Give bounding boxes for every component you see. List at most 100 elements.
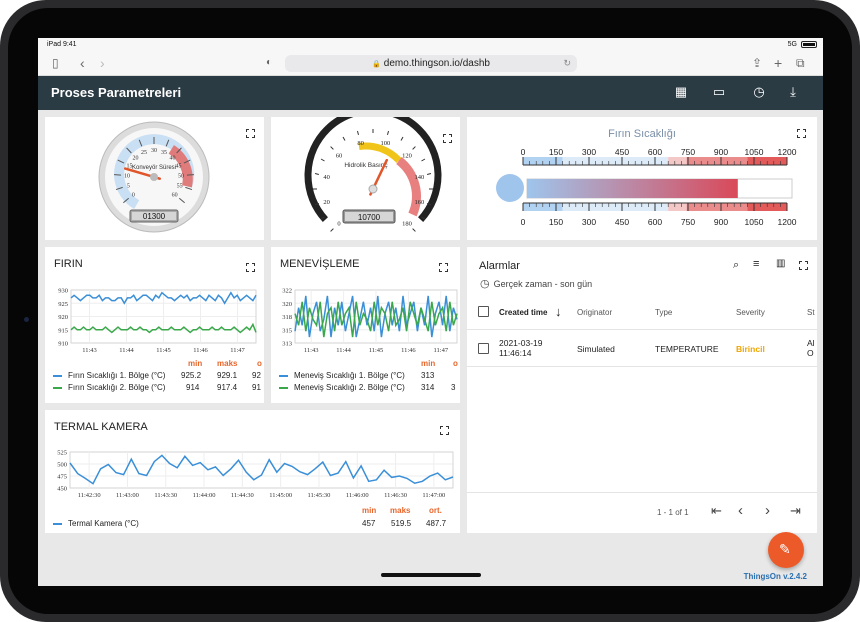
fullscreen-icon[interactable] bbox=[797, 129, 806, 138]
termal-title: TERMAL KAMERA bbox=[54, 421, 148, 433]
browser-toolbar: ▯ ‹ › ◐ 🔒 demo.thingson.io/dashb ↻ ⇪ + ⧉ bbox=[38, 52, 823, 76]
menevis-card: MENEVİŞLEME 322 320 318 315 313 11:43 11:44 11:… bbox=[271, 247, 460, 403]
shield-icon[interactable]: ◐ bbox=[266, 56, 272, 70]
legend-item[interactable]: Meneviş Sıcaklığı 1. Bölge (°C) bbox=[279, 370, 405, 381]
y-tick-label: 313 bbox=[282, 341, 292, 348]
clock-icon[interactable]: ◷ bbox=[750, 83, 768, 101]
thermometer-tick-label: 150 bbox=[549, 217, 563, 227]
gauge-hydraulic-card: 0 20 40 60 80 100 120 140 160 180 Hidrolik Basınç… bbox=[271, 106, 460, 240]
y-tick-label: 925 bbox=[58, 301, 68, 308]
gauge-tick-label: 0 bbox=[132, 192, 135, 198]
thermometer-tick-label: 900 bbox=[714, 147, 728, 157]
termal-chart: 525 500 475 450 11:42:30 11:43:00 11:43:30 11:4… bbox=[57, 450, 454, 499]
y-tick-label: 475 bbox=[57, 474, 67, 481]
previous-page-icon[interactable]: ‹ bbox=[738, 502, 743, 519]
column-created-time[interactable]: Created time bbox=[499, 308, 547, 317]
thermometer-level bbox=[527, 179, 738, 198]
alarm-time: 11:46:14 bbox=[499, 348, 532, 358]
last-page-icon[interactable]: ⇥ bbox=[790, 503, 801, 519]
gauge-tick-label: 160 bbox=[414, 199, 424, 206]
gauge-tick-label: 180 bbox=[402, 220, 412, 227]
x-tick-label: 11:44 bbox=[336, 347, 351, 354]
x-tick-label: 11:45:30 bbox=[308, 492, 331, 499]
column-originator[interactable]: Originator bbox=[577, 308, 612, 317]
search-icon[interactable]: ⌕ bbox=[733, 259, 739, 272]
timewindow[interactable]: ◷ Gerçek zaman - son gün bbox=[480, 277, 592, 290]
legend-header-avg: o bbox=[453, 359, 458, 368]
column-severity[interactable]: Severity bbox=[736, 308, 765, 317]
app-version: ThingsOn v.2.4.2 bbox=[743, 572, 807, 581]
thermometer-tick-label: 750 bbox=[681, 217, 695, 227]
reload-icon[interactable]: ↻ bbox=[563, 55, 571, 72]
columns-icon[interactable]: ▥ bbox=[776, 258, 785, 269]
thermometer-tick-label: 1200 bbox=[778, 217, 797, 227]
thermometer-tick-label: 0 bbox=[521, 147, 526, 157]
legend-item[interactable]: Fırın Sıcaklığı 1. Bölge (°C) bbox=[53, 370, 165, 381]
thermometer-tick-label: 450 bbox=[615, 147, 629, 157]
home-indicator bbox=[381, 573, 481, 577]
thermometer-tick-label: 150 bbox=[549, 147, 563, 157]
firin-legend: min maks o Fırın Sıcaklığı 1. Bölge (°C)… bbox=[45, 358, 264, 398]
thermometer-tick-label: 300 bbox=[582, 147, 596, 157]
gauge-tick-label: 40 bbox=[170, 155, 176, 161]
fullscreen-icon[interactable] bbox=[443, 134, 452, 143]
url-text: demo.thingson.io/dashb bbox=[383, 58, 490, 69]
select-all-checkbox[interactable] bbox=[478, 306, 489, 317]
devices-icon[interactable]: ▭ bbox=[710, 83, 728, 101]
battery-icon bbox=[801, 41, 817, 48]
tabs-icon[interactable]: ⧉ bbox=[796, 56, 805, 70]
address-bar[interactable]: 🔒 demo.thingson.io/dashb ↻ bbox=[285, 55, 577, 72]
new-tab-icon[interactable]: + bbox=[774, 56, 782, 70]
lock-icon: 🔒 bbox=[372, 61, 381, 68]
filter-icon[interactable]: ≡ bbox=[753, 258, 759, 270]
row-checkbox[interactable] bbox=[478, 343, 489, 354]
gauge-conveyor-label: Konveyör Süresi bbox=[132, 165, 176, 171]
legend-item[interactable]: Meneviş Sıcaklığı 2. Bölge (°C) bbox=[279, 382, 405, 393]
legend-swatch bbox=[53, 386, 62, 389]
firin-card: FIRIN 930 925 920 915 910 11:43 11:44 11:45 11:4… bbox=[45, 247, 264, 403]
legend-header-avg: o bbox=[257, 359, 262, 368]
y-tick-label: 910 bbox=[58, 341, 68, 348]
legend-swatch bbox=[279, 374, 288, 377]
x-tick-label: 11:43:00 bbox=[116, 492, 139, 499]
x-tick-label: 11:44:00 bbox=[193, 492, 216, 499]
sort-arrow-icon[interactable]: ↓ bbox=[555, 304, 562, 319]
forward-icon[interactable]: › bbox=[100, 56, 105, 70]
gauge-tick-label: 20 bbox=[323, 199, 330, 206]
sidebar-toggle-icon[interactable]: ▯ bbox=[52, 56, 59, 70]
app-header: Proses Parametreleri ▦ ▭ ◷ ⤓ bbox=[38, 76, 823, 110]
alarms-title: Alarmlar bbox=[479, 260, 520, 272]
dashboard-layout-icon[interactable]: ▦ bbox=[672, 83, 690, 101]
fullscreen-icon[interactable] bbox=[246, 263, 255, 272]
back-icon[interactable]: ‹ bbox=[80, 56, 85, 70]
x-tick-label: 11:46:00 bbox=[346, 492, 369, 499]
share-icon[interactable]: ⇪ bbox=[752, 56, 762, 70]
download-icon[interactable]: ⤓ bbox=[784, 83, 802, 101]
table-row[interactable]: 2021-03-19 11:46:14 Simulated TEMPERATURE… bbox=[467, 331, 817, 367]
y-tick-label: 930 bbox=[58, 288, 68, 295]
first-page-icon[interactable]: ⇤ bbox=[711, 503, 722, 519]
fullscreen-icon[interactable] bbox=[799, 261, 808, 270]
edit-button[interactable]: ✎ bbox=[768, 532, 804, 568]
thermometer: 0 150 300 450 600 750 900 1050 1200 0 150 300 450 60… bbox=[496, 147, 797, 227]
column-type[interactable]: Type bbox=[655, 308, 672, 317]
fullscreen-icon[interactable] bbox=[439, 263, 448, 272]
x-tick-label: 11:46:30 bbox=[384, 492, 407, 499]
alarm-originator: Simulated bbox=[577, 344, 615, 354]
fullscreen-icon[interactable] bbox=[440, 426, 449, 435]
menevis-legend: min o Meneviş Sıcaklığı 1. Bölge (°C) 31… bbox=[271, 358, 460, 398]
legend-item[interactable]: Fırın Sıcaklığı 2. Bölge (°C) bbox=[53, 382, 165, 393]
y-tick-label: 525 bbox=[57, 450, 67, 457]
gauge-tick-label: 30 bbox=[151, 148, 157, 154]
column-status[interactable]: St bbox=[807, 308, 815, 317]
gauge-tick-label: 5 bbox=[127, 183, 130, 189]
legend-item[interactable]: Termal Kamera (°C) bbox=[53, 518, 139, 529]
legend-value: 91 bbox=[252, 383, 261, 392]
y-tick-label: 322 bbox=[282, 288, 292, 295]
x-tick-label: 11:47 bbox=[434, 347, 449, 354]
next-page-icon[interactable]: › bbox=[765, 502, 770, 519]
fullscreen-icon[interactable] bbox=[246, 129, 255, 138]
gauge-tick-label: 120 bbox=[402, 153, 412, 160]
gauge-tick-label: 80 bbox=[357, 140, 364, 147]
y-tick-label: 500 bbox=[57, 462, 67, 469]
